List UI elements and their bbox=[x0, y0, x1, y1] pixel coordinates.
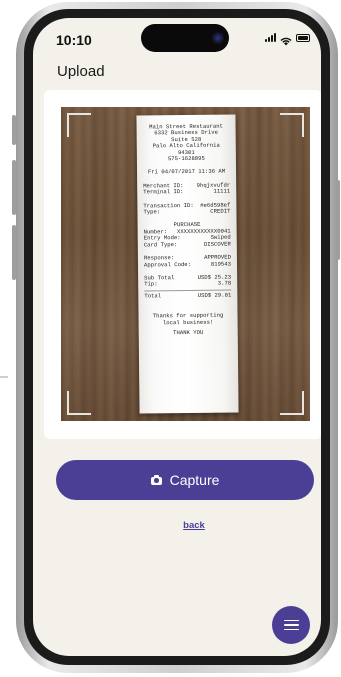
preview-card: Main Street Restaurant 6332 Business Dri… bbox=[44, 90, 321, 439]
receipt-thank-you: THANK YOU bbox=[173, 328, 204, 337]
power-button bbox=[336, 180, 340, 260]
page-title: Upload bbox=[57, 63, 105, 80]
capture-button[interactable]: Capture bbox=[56, 460, 314, 500]
dynamic-island bbox=[141, 24, 229, 52]
receipt: Main Street Restaurant 6332 Business Dri… bbox=[136, 114, 239, 414]
receipt-row: Tip: 3.78 bbox=[144, 279, 232, 288]
battery-icon bbox=[296, 34, 310, 42]
receipt-header: Main Street Restaurant 6332 Business Dri… bbox=[149, 122, 224, 163]
crop-corner-bottom-right bbox=[280, 391, 304, 415]
status-time: 10:10 bbox=[56, 32, 92, 48]
crop-corner-bottom-left bbox=[67, 391, 91, 415]
receipt-photo: Main Street Restaurant 6332 Business Dri… bbox=[61, 107, 310, 421]
crop-corner-top-right bbox=[280, 113, 304, 137]
wifi-icon bbox=[280, 33, 292, 46]
crop-corner-top-left bbox=[67, 113, 91, 137]
camera-icon bbox=[150, 475, 162, 485]
status-icons bbox=[265, 33, 310, 46]
receipt-row: Approval Code: 819543 bbox=[143, 260, 232, 268]
receipt-datetime: Fri 04/07/2017 11:36 AM bbox=[147, 168, 226, 176]
receipt-footer: Thanks for supporting local business! bbox=[152, 311, 224, 326]
volume-down-button bbox=[12, 225, 16, 280]
volume-up-button bbox=[12, 160, 16, 215]
signal-icon bbox=[265, 33, 276, 42]
mute-switch bbox=[12, 115, 16, 145]
back-link[interactable]: back bbox=[33, 520, 321, 531]
app-screen: 10:10 Upload Main Street Restaurant 6332… bbox=[33, 18, 321, 656]
arrow-line bbox=[0, 376, 8, 378]
menu-button[interactable] bbox=[272, 606, 310, 644]
hamburger-menu-icon bbox=[283, 619, 299, 622]
capture-button-label: Capture bbox=[169, 472, 220, 488]
front-camera-icon bbox=[212, 32, 224, 44]
